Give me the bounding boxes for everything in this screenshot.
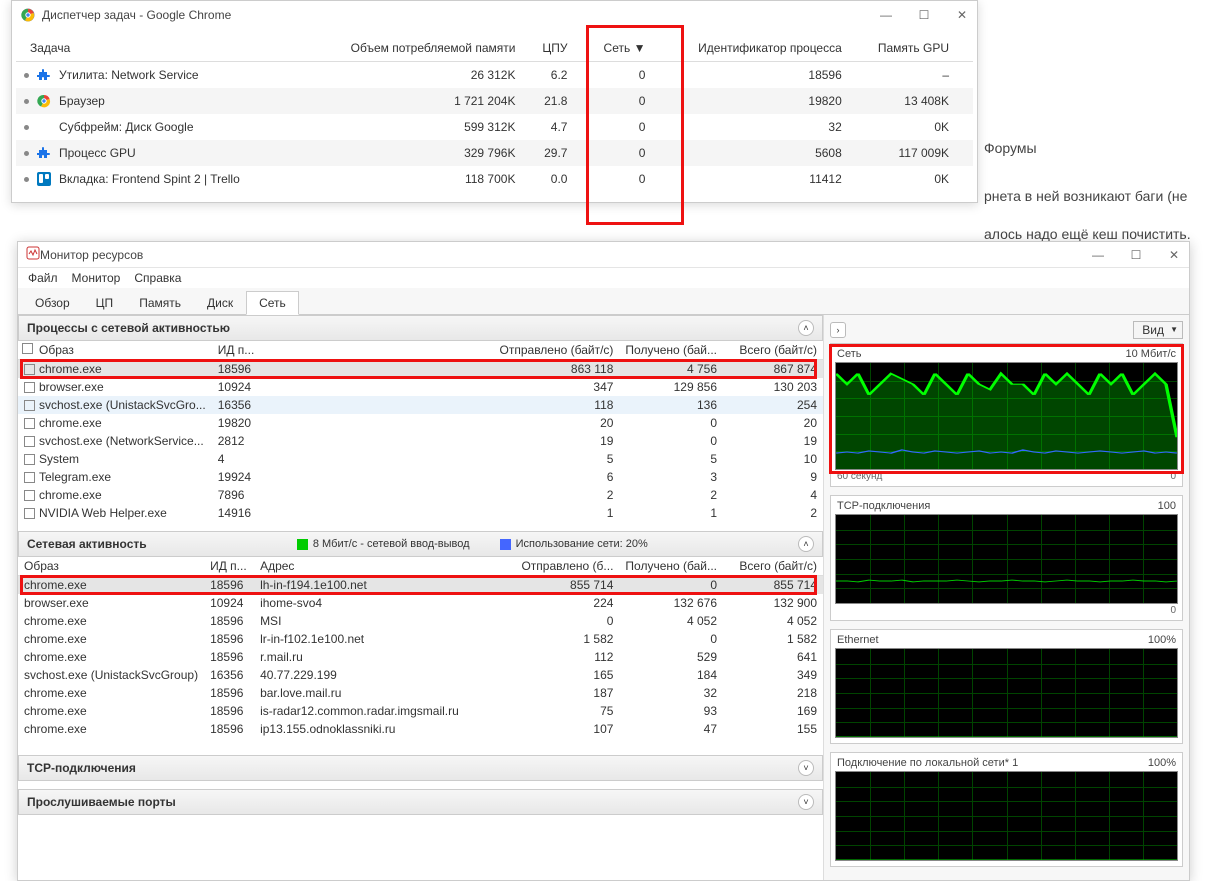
graph-panel: Сеть10 Мбит/с60 секунд0 [830,343,1183,487]
tab-cpu[interactable]: ЦП [83,291,127,314]
chrome-task-manager-window: Диспетчер задач - Google Chrome — ☐ ✕ За… [11,0,978,203]
legend-usage-label: Использование сети: 20% [516,538,648,550]
col-pid[interactable]: ИД п... [212,341,270,360]
activity-legend: 8 Мбит/с - сетевой ввод-вывод Использова… [297,538,648,550]
col-total[interactable]: Всего (байт/с) [723,341,823,360]
section-ports-title: Прослушиваемые порты [27,795,176,809]
graph-panel: Ethernet100% [830,629,1183,744]
col-cpu[interactable]: ЦПУ [523,35,575,62]
processes-table: Образ ИД п... Отправлено (байт/с) Получе… [18,341,823,522]
col-sent[interactable]: Отправлено (б... [465,557,620,576]
header-checkbox[interactable] [22,343,33,354]
monitor-right-panel: › Вид Сеть10 Мбит/с60 секунд0TCP-подключ… [824,315,1189,880]
col-recv[interactable]: Получено (бай... [619,557,723,576]
activity-row[interactable]: svchost.exe (UnistackSvcGroup)1635640.77… [18,666,823,684]
activity-row[interactable]: chrome.exe18596r.mail.ru112529641 [18,648,823,666]
activity-row[interactable]: chrome.exe18596is-radar12.common.radar.i… [18,702,823,720]
section-ports-header[interactable]: Прослушиваемые порты ˅ [18,789,823,815]
process-row[interactable]: chrome.exe1982020020 [18,414,823,432]
resource-monitor-window: Монитор ресурсов — ☐ ✕ Файл Монитор Спра… [17,241,1190,881]
section-activity-title: Сетевая активность [27,537,147,551]
section-activity-header[interactable]: Сетевая активность 8 Мбит/с - сетевой вв… [18,531,823,557]
tab-network[interactable]: Сеть [246,291,299,315]
section-processes-header[interactable]: Процессы с сетевой активностью ˄ [18,315,823,341]
col-memory[interactable]: Объем потребляемой памяти [301,35,523,62]
legend-usage-swatch [500,539,511,550]
bg-text-line1: рнета в ней возникают баги (не [984,188,1187,204]
section-tcp-title: TCP-подключения [27,761,136,775]
col-image[interactable]: Образ [18,557,204,576]
right-collapse-icon[interactable]: › [830,322,846,338]
collapse-icon[interactable]: ˄ [798,536,814,552]
tab-overview[interactable]: Обзор [22,291,83,314]
col-network[interactable]: Сеть ▼ [575,35,653,62]
menu-file[interactable]: Файл [28,271,58,285]
monitor-icon [26,246,40,263]
bg-text-line2: алось надо ещё кеш почистить. [984,226,1191,242]
task-row[interactable]: Браузер1 721 204K21.801982013 408K [16,88,973,114]
col-task[interactable]: Задача [16,35,301,62]
process-row[interactable]: chrome.exe7896224 [18,486,823,504]
monitor-titlebar[interactable]: Монитор ресурсов — ☐ ✕ [18,242,1189,268]
graph-panel: TCP-подключения1000 [830,495,1183,621]
activity-row[interactable]: chrome.exe18596lr-in-f102.1e100.net1 582… [18,630,823,648]
menu-help[interactable]: Справка [134,271,181,285]
activity-row[interactable]: chrome.exe18596lh-in-f194.1e100.net855 7… [18,576,823,595]
section-tcp-header[interactable]: TCP-подключения ˅ [18,755,823,781]
chrome-window-title: Диспетчер задач - Google Chrome [42,8,879,22]
process-row[interactable]: svchost.exe (UnistackSvcGro...1635611813… [18,396,823,414]
activity-row[interactable]: chrome.exe18596MSI04 0524 052 [18,612,823,630]
task-row[interactable]: Процесс GPU329 796K29.705608117 009K [16,140,973,166]
col-address[interactable]: Адрес [254,557,465,576]
process-row[interactable]: NVIDIA Web Helper.exe14916112 [18,504,823,522]
task-row[interactable]: Субфрейм: Диск Google599 312K4.70320K [16,114,973,140]
process-row[interactable]: browser.exe10924347129 856130 203 [18,378,823,396]
activity-row[interactable]: chrome.exe18596ip13.155.odnoklassniki.ru… [18,720,823,738]
chrome-icon [20,7,36,23]
activity-row[interactable]: chrome.exe18596bar.love.mail.ru18732218 [18,684,823,702]
monitor-window-controls: — ☐ ✕ [1091,248,1181,262]
col-gpu[interactable]: Память GPU [850,35,957,62]
monitor-tabs: Обзор ЦП Память Диск Сеть [18,288,1189,315]
tab-memory[interactable]: Память [126,291,194,314]
minimize-button[interactable]: — [1091,248,1105,262]
process-row[interactable]: chrome.exe18596863 1184 756867 874 [18,360,823,379]
expand-icon[interactable]: ˅ [798,760,814,776]
task-row[interactable]: Вкладка: Frontend Spint 2 | Trello118 70… [16,166,973,192]
minimize-button[interactable]: — [879,8,893,22]
menu-monitor[interactable]: Монитор [72,271,121,285]
activity-row[interactable]: browser.exe10924ihome-svo4224132 676132 … [18,594,823,612]
expand-icon[interactable]: ˅ [798,794,814,810]
chrome-task-table: Задача Объем потребляемой памяти ЦПУ Сет… [16,35,973,192]
monitor-menu: Файл Монитор Справка [18,268,1189,288]
activity-table: Образ ИД п... Адрес Отправлено (б... Пол… [18,557,823,738]
view-dropdown[interactable]: Вид [1133,321,1183,339]
process-row[interactable]: Telegram.exe19924639 [18,468,823,486]
window-controls: — ☐ ✕ [879,8,969,22]
col-recv[interactable]: Получено (бай... [619,341,723,360]
col-pid[interactable]: ИД п... [204,557,254,576]
collapse-icon[interactable]: ˄ [798,320,814,336]
tab-disk[interactable]: Диск [194,291,246,314]
maximize-button[interactable]: ☐ [917,8,931,22]
col-image[interactable]: Образ [39,343,74,357]
bg-text-forums: Форумы [984,140,1037,156]
process-row[interactable]: System45510 [18,450,823,468]
legend-io-swatch [297,539,308,550]
close-button[interactable]: ✕ [1167,248,1181,262]
col-pid[interactable]: Идентификатор процесса [653,35,849,62]
col-sent[interactable]: Отправлено (байт/с) [270,341,620,360]
legend-io-label: 8 Мбит/с - сетевой ввод-вывод [313,538,470,550]
chrome-titlebar[interactable]: Диспетчер задач - Google Chrome — ☐ ✕ [12,1,977,29]
section-processes-title: Процессы с сетевой активностью [27,321,230,335]
process-row[interactable]: svchost.exe (NetworkService...281219019 [18,432,823,450]
task-row[interactable]: Утилита: Network Service26 312K6.2018596… [16,62,973,89]
close-button[interactable]: ✕ [955,8,969,22]
col-total[interactable]: Всего (байт/с) [723,557,823,576]
monitor-left-panel: Процессы с сетевой активностью ˄ Образ И… [18,315,824,880]
maximize-button[interactable]: ☐ [1129,248,1143,262]
graph-panel: Подключение по локальной сети* 1100% [830,752,1183,867]
monitor-title: Монитор ресурсов [40,248,1091,262]
